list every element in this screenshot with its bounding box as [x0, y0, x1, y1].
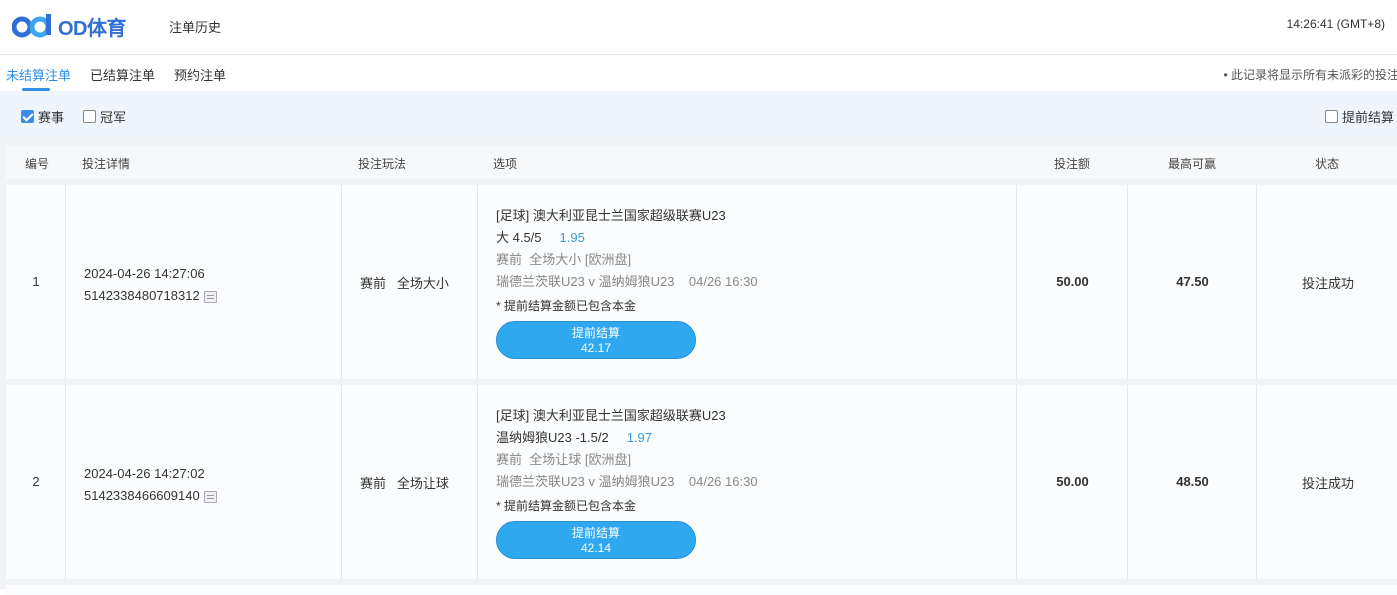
checkbox-icon	[1325, 110, 1338, 123]
col-option: 选项	[493, 157, 518, 171]
filter-bar: 赛事 冠军 提前结算	[0, 91, 1397, 137]
bet-market: 赛前 全场让球 [欧洲盘]	[496, 452, 632, 467]
bet-max-win: 47.50	[1176, 274, 1209, 289]
bet-id: 5142338466609140	[84, 488, 200, 503]
bet-detail: 2024-04-26 14:27:02 5142338466609140	[84, 463, 217, 507]
row-index: 2	[32, 474, 40, 489]
bet-status: 投注成功	[1302, 276, 1355, 291]
copy-icon[interactable]	[203, 290, 217, 303]
bet-play: 赛前 全场让球	[360, 476, 449, 491]
early-settle-button[interactable]: 提前结算 42.14	[496, 521, 696, 559]
table-row-partial	[6, 585, 1397, 595]
tab-reserved[interactable]: 预约注单	[174, 65, 226, 84]
filter-champion-label: 冠军	[100, 110, 127, 125]
bets-table: 编号 投注详情 投注玩法 选项 投注额 最高可赢 状态 1 2024-04-26…	[0, 137, 1397, 595]
bet-stake: 50.00	[1056, 474, 1089, 489]
table-row: 2 2024-04-26 14:27:02 5142338466609140 赛…	[6, 385, 1397, 579]
early-settle-button[interactable]: 提前结算 42.17	[496, 321, 696, 359]
col-play: 投注玩法	[358, 157, 407, 171]
early-settle-note: * 提前结算金额已包含本金	[496, 299, 637, 313]
od-logo-icon	[12, 14, 51, 38]
bet-league: [足球] 澳大利亚昆士兰国家超级联赛U23	[496, 208, 726, 223]
bet-id: 5142338480718312	[84, 288, 200, 303]
copy-icon[interactable]	[203, 490, 217, 503]
filter-early-settle-label: 提前结算	[1342, 110, 1395, 125]
col-max-win: 最高可赢	[1168, 157, 1217, 171]
bet-match: 瑞德兰茨联U23 v 温纳姆狼U23 04/26 16:30	[496, 474, 758, 489]
col-status: 状态	[1315, 157, 1340, 171]
bet-selection: 大 4.5/5	[496, 230, 542, 245]
table-row: 1 2024-04-26 14:27:06 5142338480718312 赛…	[6, 185, 1397, 379]
bet-league: [足球] 澳大利亚昆士兰国家超级联赛U23	[496, 408, 726, 423]
bet-datetime: 2024-04-26 14:27:02	[84, 466, 205, 481]
col-stake: 投注额	[1054, 157, 1091, 171]
row-index: 1	[32, 274, 40, 289]
table-header: 编号 投注详情 投注玩法 选项 投注额 最高可赢 状态	[6, 145, 1397, 179]
checkbox-checked-icon	[21, 110, 34, 123]
bet-odds: 1.95	[559, 230, 585, 245]
tab-bar: 未结算注单 已结算注单 预约注单 • 此记录将显示所有未派彩的投注	[0, 55, 1397, 91]
filter-match-checkbox[interactable]: 赛事	[21, 107, 64, 126]
early-settle-amount: 42.14	[580, 541, 612, 555]
bet-play: 赛前 全场大小	[360, 276, 449, 291]
bet-max-win: 48.50	[1176, 474, 1209, 489]
logo-text: OD体育	[58, 17, 127, 40]
clock: 14:26:41 (GMT+8)	[1286, 17, 1385, 31]
early-settle-amount: 42.17	[580, 341, 612, 355]
bet-option: [足球] 澳大利亚昆士兰国家超级联赛U23 温纳姆狼U23 -1.5/2 1.97…	[496, 405, 758, 559]
early-settle-note: * 提前结算金额已包含本金	[496, 499, 637, 513]
bet-match: 瑞德兰茨联U23 v 温纳姆狼U23 04/26 16:30	[496, 274, 758, 289]
filter-early-settle-checkbox[interactable]: 提前结算	[1325, 107, 1394, 126]
bet-detail: 2024-04-26 14:27:06 5142338480718312	[84, 263, 217, 307]
tab-unsettled[interactable]: 未结算注单	[6, 65, 71, 84]
bet-selection: 温纳姆狼U23 -1.5/2	[496, 430, 609, 445]
logo[interactable]: OD体育	[12, 10, 127, 42]
col-index: 编号	[25, 157, 50, 171]
top-bar: OD体育 注单历史 14:26:41 (GMT+8)	[0, 0, 1397, 55]
col-detail: 投注详情	[82, 157, 131, 171]
filter-match-label: 赛事	[38, 110, 65, 125]
bet-market: 赛前 全场大小 [欧洲盘]	[496, 252, 632, 267]
early-settle-label: 提前结算	[571, 326, 620, 340]
bet-odds: 1.97	[626, 430, 653, 445]
bet-option: [足球] 澳大利亚昆士兰国家超级联赛U23 大 4.5/5 1.95 赛前 全场大…	[496, 205, 758, 359]
bet-status: 投注成功	[1302, 476, 1355, 491]
bet-datetime: 2024-04-26 14:27:06	[84, 266, 205, 281]
filter-champion-checkbox[interactable]: 冠军	[83, 107, 126, 126]
bet-stake: 50.00	[1056, 274, 1089, 289]
nav-bet-history[interactable]: 注单历史	[169, 17, 221, 36]
checkbox-icon	[83, 110, 96, 123]
notice-text: • 此记录将显示所有未派彩的投注	[1223, 68, 1397, 82]
early-settle-label: 提前结算	[571, 526, 620, 540]
tab-settled[interactable]: 已结算注单	[90, 65, 155, 84]
